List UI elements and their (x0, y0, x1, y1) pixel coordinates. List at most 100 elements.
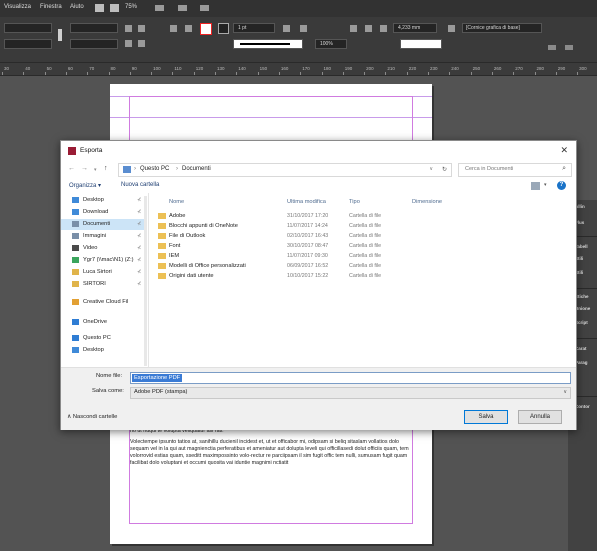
stroke-line-preview (240, 43, 290, 45)
address-bar[interactable]: › Questo PC › Documenti ∨ ↻ (118, 163, 452, 177)
sidebar-item-label: Documenti (83, 221, 111, 227)
organize-menu[interactable]: Organizza ▾ (69, 182, 101, 189)
frame-fitting-icon[interactable] (380, 25, 387, 32)
ruler-tick (321, 72, 323, 75)
column-header-type[interactable]: Tipo (349, 199, 360, 205)
file-modified: 11/07/2017 09:30 (287, 253, 328, 259)
cancel-button[interactable]: Annulla (518, 410, 562, 424)
panel-tab[interactable]: Etiche (575, 294, 589, 299)
filename-input[interactable]: Esportazione PDF (130, 372, 571, 384)
stroke-swatch-icon[interactable] (218, 23, 229, 34)
stroke-weight-field[interactable]: 1 pt (233, 23, 275, 33)
file-row[interactable]: Adobe 31/10/2017 17:20 Cartella di file (149, 211, 529, 221)
screen-mode-icon[interactable] (155, 5, 164, 11)
fill-swatch-icon[interactable] (200, 23, 212, 35)
flip-icon[interactable] (138, 25, 145, 32)
column-header-name[interactable]: Nome (169, 199, 184, 205)
view-dropdown-icon[interactable]: ▾ (544, 182, 547, 188)
rotate-icon[interactable] (125, 25, 132, 32)
reference-point-icon[interactable] (138, 40, 145, 47)
text-frame-icon[interactable] (170, 25, 177, 32)
object-style-icon[interactable] (448, 25, 455, 32)
width-field[interactable] (70, 23, 118, 33)
file-row[interactable]: IEM 11/07/2017 09:30 Cartella di file (149, 251, 529, 261)
minibridge-icon[interactable] (110, 4, 119, 12)
ruler-mark: 50 (46, 66, 52, 71)
menu-aiuto[interactable]: Aiuto (70, 4, 84, 10)
horizontal-ruler[interactable]: 30 40 50 60 70 80 90 100 110 120 130 140 150 160 170 18… (0, 63, 597, 76)
save-button[interactable]: Salva (464, 410, 508, 424)
column-header-size[interactable]: Dimensione (412, 199, 442, 205)
savetype-label: Salva come: (92, 388, 124, 394)
forward-arrow-icon[interactable]: → (81, 165, 88, 172)
sidebar-item[interactable]: SIRTORI ⊀ (61, 279, 147, 290)
type-on-path-icon[interactable] (185, 25, 192, 32)
navigation-scrollbar[interactable] (144, 196, 147, 366)
height-field[interactable] (70, 39, 118, 49)
sidebar-item[interactable]: Documenti ⊀ (61, 219, 147, 230)
ruler-tick (385, 72, 387, 75)
sidebar-item[interactable]: Desktop (61, 345, 147, 356)
arrange-documents-icon[interactable] (200, 5, 209, 11)
sidebar-item[interactable]: Creative Cloud Fil (61, 297, 147, 308)
stroke-color-dropdown[interactable] (400, 39, 442, 49)
up-arrow-icon[interactable]: ↑ (104, 165, 108, 172)
breadcrumb-documenti[interactable]: Documenti (182, 166, 211, 172)
file-row[interactable]: Modelli di Office personalizzati 06/09/20… (149, 261, 529, 271)
back-arrow-icon[interactable]: ← (68, 165, 75, 172)
menu-finestra[interactable]: Finestra (40, 4, 62, 10)
address-dropdown-icon[interactable]: ∨ (429, 166, 433, 172)
recent-locations-icon[interactable]: ▾ (94, 167, 97, 173)
navigation-pane: Desktop ⊀ Download ⊀ Documenti ⊀ Immagini ⊀ Vide… (61, 193, 149, 367)
sidebar-item[interactable]: OneDrive (61, 317, 147, 328)
file-row[interactable]: Origini dati utente 10/10/2017 15:22 Carte… (149, 271, 529, 281)
x-field[interactable] (4, 23, 52, 33)
search-box[interactable]: Cerca in Documenti ⌕ (458, 163, 572, 177)
sidebar-item[interactable]: Immagini ⊀ (61, 231, 147, 242)
object-style-dropdown[interactable]: [Cornice grafica di base] (462, 23, 542, 33)
sidebar-item[interactable]: Desktop ⊀ (61, 195, 147, 206)
constrain-link-icon[interactable] (58, 29, 62, 41)
stroke-type-field[interactable] (233, 39, 303, 49)
refresh-icon[interactable]: ↻ (442, 166, 447, 173)
breadcrumb-questo-pc[interactable]: Questo PC (140, 166, 169, 172)
shear-icon[interactable] (125, 40, 132, 47)
document-paragraph: Volectempe ipsunto tatios at, sanihillu … (130, 439, 409, 466)
bridge-icon[interactable] (95, 4, 104, 12)
file-modified: 02/10/2017 16:43 (287, 233, 329, 239)
hide-folders-toggle[interactable]: ∧ Nascondi cartelle (67, 414, 117, 420)
new-folder-button[interactable]: Nuova cartella (121, 182, 159, 188)
ruler-tick (151, 72, 153, 75)
panel-tab[interactable]: Unione (575, 306, 590, 311)
column-header-modified[interactable]: Ultima modifica (287, 199, 326, 205)
text-wrap-none-icon[interactable] (350, 25, 357, 32)
ruler-tick (193, 72, 195, 75)
panel-tab[interactable]: Contor (575, 404, 590, 409)
file-row[interactable]: File di Outlook 02/10/2017 16:43 Cartella … (149, 231, 529, 241)
align-center-icon[interactable] (300, 25, 307, 32)
zoom-level[interactable]: 75% (125, 4, 137, 10)
sidebar-item[interactable]: Luca Sirtori ⊀ (61, 267, 147, 278)
view-mode-icon[interactable] (531, 182, 540, 190)
collapse-icon[interactable] (565, 45, 573, 50)
view-options-icon[interactable] (178, 5, 187, 11)
help-icon[interactable]: ? (557, 181, 566, 190)
gap-field[interactable]: 4,233 mm (393, 23, 437, 33)
panel-menu-icon[interactable] (548, 45, 556, 50)
sidebar-item[interactable]: Questo PC (61, 333, 147, 344)
ruler-tick (428, 72, 429, 75)
text-wrap-bbox-icon[interactable] (365, 25, 372, 32)
align-left-icon[interactable] (283, 25, 290, 32)
sidebar-item[interactable]: Ygr7 (\\mac\N1) (Z:) ⊀ (61, 255, 147, 266)
savetype-select[interactable]: Adobe PDF (stampa) ∨ (130, 387, 571, 399)
folder-icon (158, 253, 166, 259)
close-icon[interactable]: ✕ (560, 145, 568, 156)
y-field[interactable] (4, 39, 52, 49)
sidebar-item[interactable]: Download ⊀ (61, 207, 147, 218)
sidebar-item[interactable]: Video ⊀ (61, 243, 147, 254)
ruler-mark: 290 (557, 66, 566, 71)
opacity-field[interactable]: 100% (315, 39, 347, 49)
file-row[interactable]: Font 30/10/2017 08:47 Cartella di file (149, 241, 529, 251)
file-row[interactable]: Blocchi appunti di OneNote 11/07/2017 14:… (149, 221, 529, 231)
menu-visualizza[interactable]: Visualizza (4, 4, 31, 10)
